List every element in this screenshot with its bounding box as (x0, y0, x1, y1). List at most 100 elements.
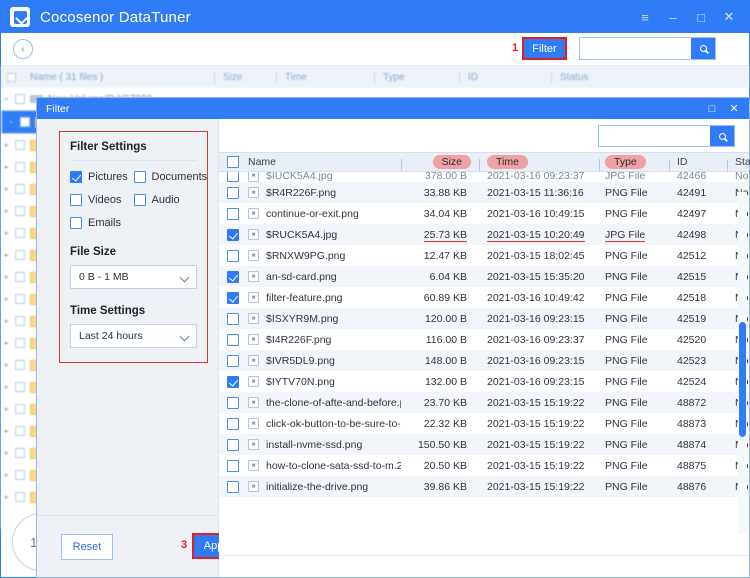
tree-checkbox[interactable] (20, 117, 30, 127)
minimize-icon[interactable]: – (659, 1, 687, 33)
tree-checkbox[interactable] (15, 360, 25, 370)
row-checkbox[interactable] (227, 480, 239, 493)
bg-col-name[interactable]: Name ( 31 files ) (22, 71, 214, 84)
table-row[interactable]: ■ $IYTV70N.png 132.00 B 2021-03-16 09:23:15… (219, 371, 749, 392)
checkbox-videos-box[interactable] (70, 194, 82, 206)
cell-name[interactable]: ■ $IVR5DL9.png (219, 354, 401, 367)
toolbar-search-box[interactable] (579, 37, 716, 60)
chevron-right-icon[interactable]: ▸ (5, 361, 15, 369)
table-row[interactable]: ■ $IUCK5A4.jpg 378.00 B 2021-03-16 09:23:37… (219, 172, 749, 182)
select-all-checkbox[interactable] (7, 72, 16, 82)
row-checkbox[interactable] (227, 375, 239, 388)
chevron-right-icon[interactable]: ▸ (10, 118, 20, 126)
tree-checkbox[interactable] (15, 94, 25, 104)
column-header-name[interactable]: Name (219, 156, 401, 168)
chevron-right-icon[interactable]: ▸ (5, 317, 15, 325)
table-row[interactable]: ■ filter-feature.png 60.89 KB 2021-03-16 10… (219, 287, 749, 308)
table-row[interactable]: ■ $IVR5DL9.png 148.00 B 2021-03-16 09:23:15… (219, 350, 749, 371)
row-checkbox[interactable] (227, 270, 239, 283)
checkbox-documents[interactable]: Documents (133, 171, 207, 183)
chevron-right-icon[interactable]: ▸ (5, 383, 15, 391)
scrollbar-thumb[interactable] (739, 322, 746, 437)
select-all-checkbox[interactable] (227, 156, 239, 168)
checkbox-audio[interactable]: Audio (133, 194, 198, 206)
bg-col-size[interactable]: Size (214, 70, 276, 84)
tree-checkbox[interactable] (15, 140, 25, 150)
table-row[interactable]: ■ initialize-the-drive.png 39.86 KB 2021-03… (219, 476, 749, 497)
time-settings-select[interactable]: Last 24 hours (70, 324, 197, 348)
row-checkbox[interactable] (227, 186, 239, 199)
maximize-icon[interactable]: □ (687, 1, 715, 33)
table-row[interactable]: ■ install-nvme-ssd.png 150.50 KB 2021-03-15… (219, 434, 749, 455)
search-input[interactable] (580, 39, 688, 58)
bg-col-status[interactable]: Status (551, 70, 641, 84)
dialog-close-icon[interactable]: ✕ (723, 98, 745, 119)
column-header-status[interactable]: Status (727, 156, 750, 172)
tree-checkbox[interactable] (15, 294, 25, 304)
tree-checkbox[interactable] (15, 228, 25, 238)
table-row[interactable]: ■ $RNXW9PG.png 12.47 KB 2021-03-15 18:02:45… (219, 245, 749, 266)
vertical-scrollbar[interactable] (738, 192, 748, 533)
dialog-search-box[interactable] (598, 125, 735, 147)
row-checkbox[interactable] (227, 172, 239, 182)
tree-checkbox[interactable] (15, 316, 25, 326)
table-row[interactable]: ■ click-ok-button-to-be-sure-to-start.png… (219, 413, 749, 434)
file-size-select[interactable]: 0 B - 1 MB (70, 265, 197, 289)
cell-name[interactable]: ■ filter-feature.png (219, 291, 401, 304)
tree-checkbox[interactable] (15, 162, 25, 172)
row-checkbox[interactable] (227, 228, 239, 241)
chevron-right-icon[interactable]: ▸ (5, 185, 15, 193)
filter-button[interactable]: Filter (522, 37, 567, 60)
cell-name[interactable]: ■ initialize-the-drive.png (219, 480, 401, 493)
chevron-right-icon[interactable]: ▸ (5, 251, 15, 259)
chevron-right-icon[interactable]: ▸ (5, 339, 15, 347)
row-checkbox[interactable] (227, 396, 239, 409)
tree-checkbox[interactable] (15, 272, 25, 282)
chevron-right-icon[interactable]: ▸ (5, 141, 15, 149)
bg-col-type[interactable]: Type (374, 70, 459, 84)
cell-name[interactable]: ■ an-sd-card.png (219, 270, 401, 283)
table-row[interactable]: ■ $RUCK5A4.jpg 25.73 KB 2021-03-15 10:20:49… (219, 224, 749, 245)
row-checkbox[interactable] (227, 333, 239, 346)
column-header-id[interactable]: ID (669, 156, 727, 172)
checkbox-emails[interactable]: Emails (70, 217, 197, 229)
row-checkbox[interactable] (227, 249, 239, 262)
column-header-size[interactable]: Size (401, 155, 479, 171)
chevron-right-icon[interactable]: ▸ (5, 493, 15, 501)
search-icon[interactable] (691, 38, 715, 59)
tree-checkbox[interactable] (15, 470, 25, 480)
checkbox-documents-box[interactable] (133, 171, 146, 183)
close-icon[interactable]: ✕ (715, 1, 743, 33)
row-checkbox[interactable] (227, 438, 239, 451)
tree-checkbox[interactable] (15, 206, 25, 216)
table-row[interactable]: ■ the-clone-of-afte-and-before.png 23.70 K… (219, 392, 749, 413)
tree-checkbox[interactable] (15, 448, 25, 458)
tree-checkbox[interactable] (15, 492, 25, 502)
table-row[interactable]: ■ $ISXYR9M.png 120.00 B 2021-03-16 09:23:15… (219, 308, 749, 329)
checkbox-pictures[interactable]: Pictures (70, 171, 134, 183)
tree-checkbox[interactable] (15, 382, 25, 392)
chevron-right-icon[interactable]: ▸ (5, 295, 15, 303)
dialog-search-icon[interactable] (710, 126, 734, 146)
table-row[interactable]: ■ how-to-clone-sata-ssd-to-m.2-nvme.png 20… (219, 455, 749, 476)
cell-name[interactable]: ■ click-ok-button-to-be-sure-to-start.png (219, 417, 401, 430)
chevron-right-icon[interactable]: ▸ (5, 207, 15, 215)
table-row[interactable]: ■ continue-or-exit.png 34.04 KB 2021-03-16 … (219, 203, 749, 224)
row-checkbox[interactable] (227, 312, 239, 325)
cell-name[interactable]: ■ the-clone-of-afte-and-before.png (219, 396, 401, 409)
row-checkbox[interactable] (227, 291, 239, 304)
file-table-body[interactable]: ■ $IUCK5A4.jpg 378.00 B 2021-03-16 09:23:37… (219, 172, 749, 555)
chevron-right-icon[interactable]: ▸ (5, 471, 15, 479)
tree-checkbox[interactable] (15, 426, 25, 436)
cell-name[interactable]: ■ $RUCK5A4.jpg (219, 228, 401, 241)
table-row[interactable]: ■ an-sd-card.png 6.04 KB 2021-03-15 15:35:2… (219, 266, 749, 287)
reset-button[interactable]: Reset (61, 533, 113, 560)
chevron-right-icon[interactable]: ▸ (5, 163, 15, 171)
bg-col-time[interactable]: Time (276, 70, 374, 84)
row-checkbox[interactable] (227, 207, 239, 220)
tree-checkbox[interactable] (15, 184, 25, 194)
chevron-right-icon[interactable]: ▸ (5, 405, 15, 413)
cell-name[interactable]: ■ $RNXW9PG.png (219, 249, 401, 262)
checkbox-pictures-box[interactable] (70, 171, 82, 183)
column-header-time[interactable]: Time (479, 155, 599, 171)
